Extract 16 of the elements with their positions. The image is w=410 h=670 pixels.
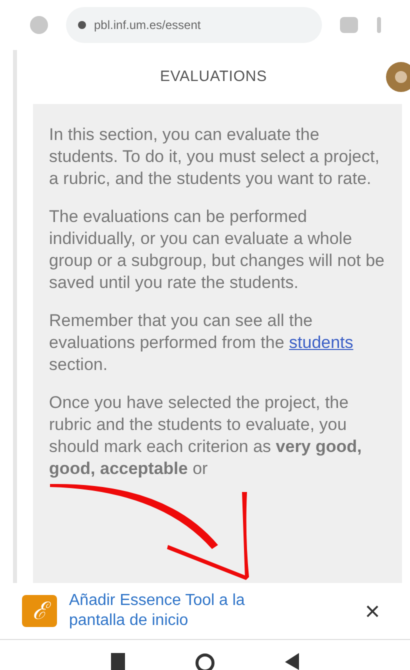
lock-icon: [78, 21, 86, 29]
page-title: EVALUATIONS: [159, 66, 268, 87]
paragraph: In this section, you can evaluate the students. To do it, you must select a project, a rubric, and the students you want to rate.: [49, 124, 380, 190]
app-icon: ℰ: [22, 595, 57, 627]
paragraph: The evaluations can be performed individually, or you can evaluate a whole group or a subgroup, but changes will not be saved until you rate the students.: [49, 206, 386, 294]
back-icon[interactable]: [285, 653, 299, 670]
add-to-home-link[interactable]: Añadir Essence Tool a la pantalla de inicio: [69, 591, 353, 631]
close-button[interactable]: ×: [364, 598, 388, 624]
home-button-icon[interactable]: [195, 653, 215, 670]
url-text: pbl.inf.um.es/essent: [94, 17, 201, 34]
avatar-icon[interactable]: [384, 62, 410, 92]
recent-apps-icon[interactable]: [111, 653, 125, 670]
paragraph: Remember that you can see all the evaluations performed from the students section.: [49, 310, 354, 376]
paragraph: Once you have selected the project, the rubric and the students to evaluate, you should mark each criterion as very good, good, acceptable or: [49, 392, 363, 480]
address-bar[interactable]: pbl.inf.um.es/essent: [66, 7, 322, 43]
students-link[interactable]: students: [289, 333, 354, 352]
